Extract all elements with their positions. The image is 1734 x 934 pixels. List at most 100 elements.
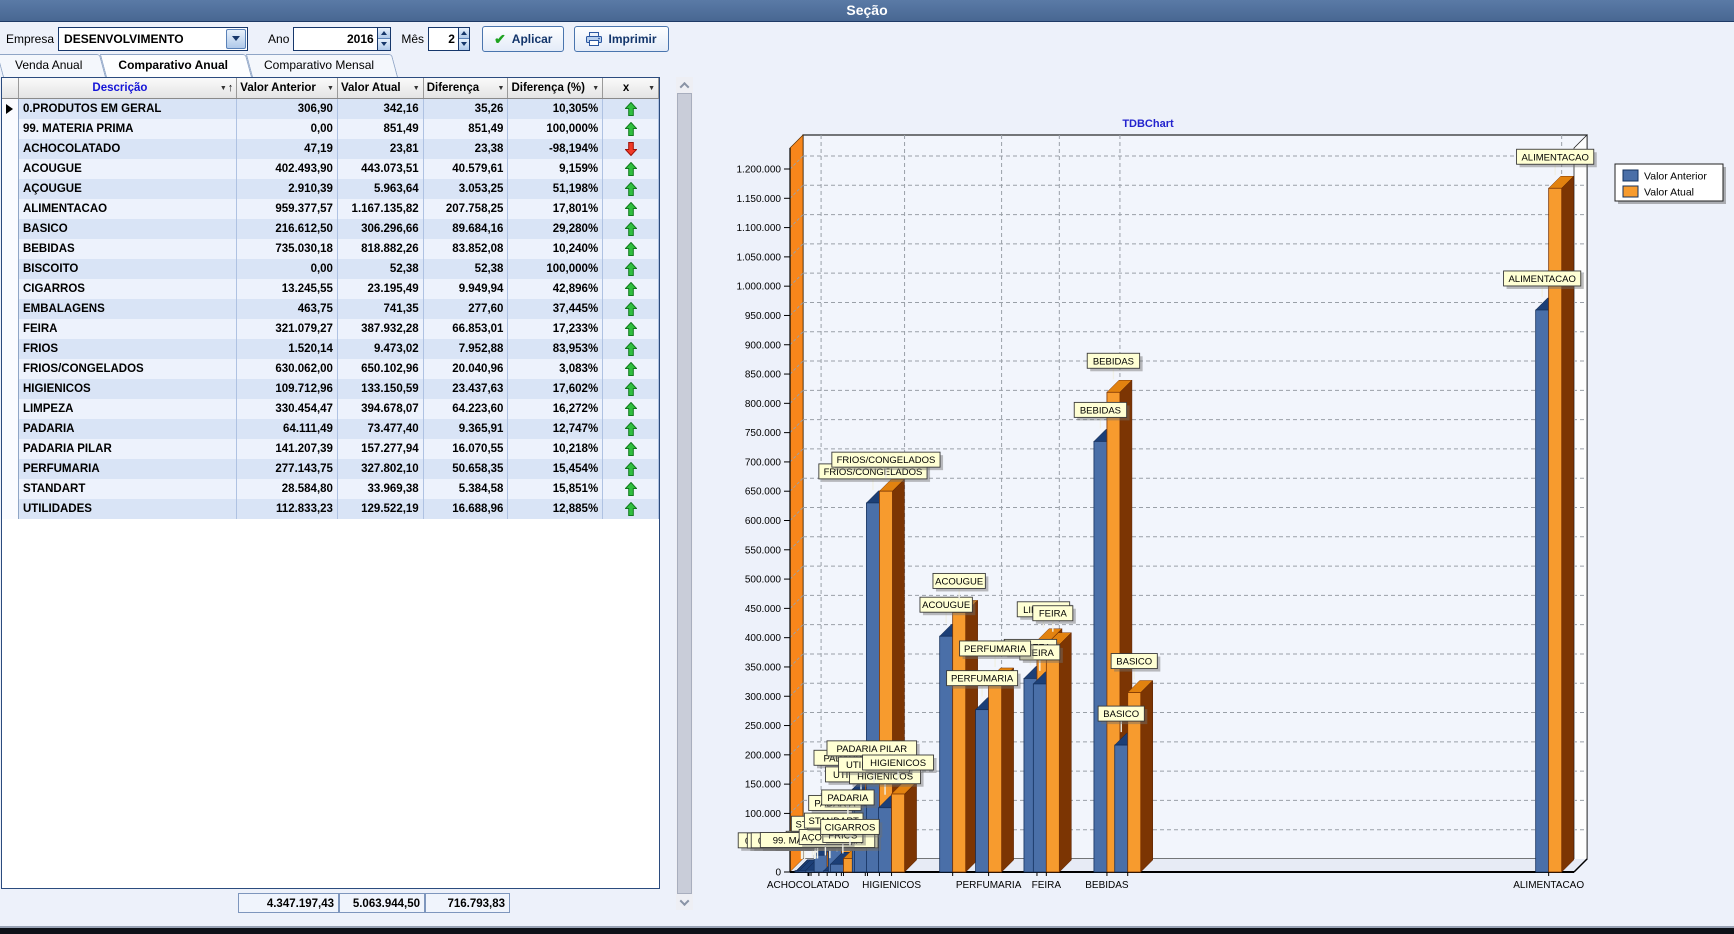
row-indicator-cell[interactable]: [2, 259, 19, 279]
cell-6[interactable]: [603, 239, 660, 259]
cell-2[interactable]: 64.111,49: [237, 419, 338, 439]
row-indicator-cell[interactable]: [2, 199, 19, 219]
cell-4[interactable]: 7.952,88: [424, 339, 509, 359]
cell-6[interactable]: [603, 419, 660, 439]
row-indicator-cell[interactable]: [2, 459, 19, 479]
table-row[interactable]: PERFUMARIA 277.143,75 327.802,10 50.658,35 1…: [2, 459, 660, 479]
cell-6[interactable]: [603, 459, 660, 479]
cell-2[interactable]: 1.520,14: [237, 339, 338, 359]
column-header-Diferença (%)[interactable]: Diferença (%) ▼: [508, 78, 604, 98]
cell-6[interactable]: [603, 379, 660, 399]
empresa-combobox[interactable]: DESENVOLVIMENTO: [58, 26, 249, 51]
tab-comparativo-anual[interactable]: Comparativo Anual: [106, 54, 252, 77]
cell-2[interactable]: 47,19: [237, 139, 338, 159]
table-row[interactable]: 99. MATERIA PRIMA 0,00 851,49 851,49 100,000…: [2, 119, 660, 139]
cell-6[interactable]: [603, 139, 660, 159]
cell-5[interactable]: 12,885%: [508, 499, 604, 519]
table-row[interactable]: LIMPEZA 330.454,47 394.678,07 64.223,60 16,2…: [2, 399, 660, 419]
cell-2[interactable]: 0,00: [237, 119, 338, 139]
cell-6[interactable]: [603, 199, 660, 219]
cell-1[interactable]: HIGIENICOS: [19, 379, 238, 399]
cell-3[interactable]: 157.277,94: [338, 439, 424, 459]
row-indicator-cell[interactable]: [2, 219, 19, 239]
cell-1[interactable]: ACHOCOLATADO: [19, 139, 238, 159]
mes-input[interactable]: [429, 27, 458, 50]
cell-3[interactable]: 133.150,59: [338, 379, 424, 399]
cell-1[interactable]: PADARIA: [19, 419, 238, 439]
cell-4[interactable]: 66.853,01: [424, 319, 509, 339]
column-header-Valor Anterior[interactable]: Valor Anterior ▼: [237, 78, 338, 98]
cell-1[interactable]: STANDART: [19, 479, 238, 499]
cell-1[interactable]: 0.PRODUTOS EM GERAL: [19, 99, 238, 119]
cell-2[interactable]: 277.143,75: [237, 459, 338, 479]
cell-4[interactable]: 16.688,96: [424, 499, 509, 519]
table-row[interactable]: HIGIENICOS 109.712,96 133.150,59 23.437,63 1…: [2, 379, 660, 399]
cell-5[interactable]: -98,194%: [508, 139, 604, 159]
cell-5[interactable]: 42,896%: [508, 279, 604, 299]
row-indicator-cell[interactable]: [2, 419, 19, 439]
table-row[interactable]: 0.PRODUTOS EM GERAL 306,90 342,16 35,26 10,3…: [2, 99, 660, 119]
cell-2[interactable]: 959.377,57: [237, 199, 338, 219]
table-row[interactable]: BISCOITO 0,00 52,38 52,38 100,000%: [2, 259, 660, 279]
cell-1[interactable]: BISCOITO: [19, 259, 238, 279]
cell-2[interactable]: 735.030,18: [237, 239, 338, 259]
cell-5[interactable]: 15,454%: [508, 459, 604, 479]
cell-3[interactable]: 23.195,49: [338, 279, 424, 299]
cell-3[interactable]: 741,35: [338, 299, 424, 319]
table-row[interactable]: ACHOCOLATADO 47,19 23,81 23,38 -98,194%: [2, 139, 660, 159]
cell-6[interactable]: [603, 279, 660, 299]
cell-4[interactable]: 20.040,96: [424, 359, 509, 379]
scroll-down-button[interactable]: [676, 894, 693, 910]
tab-comparativo-mensal[interactable]: Comparativo Mensal: [252, 54, 398, 77]
cell-4[interactable]: 5.384,58: [424, 479, 509, 499]
cell-3[interactable]: 9.473,02: [338, 339, 424, 359]
cell-1[interactable]: LIMPEZA: [19, 399, 238, 419]
cell-5[interactable]: 10,218%: [508, 439, 604, 459]
cell-3[interactable]: 387.932,28: [338, 319, 424, 339]
cell-6[interactable]: [603, 359, 660, 379]
row-indicator-cell[interactable]: [2, 479, 19, 499]
cell-3[interactable]: 443.073,51: [338, 159, 424, 179]
cell-6[interactable]: [603, 159, 660, 179]
cell-6[interactable]: [603, 499, 660, 519]
cell-1[interactable]: FRIOS: [19, 339, 238, 359]
cell-1[interactable]: EMBALAGENS: [19, 299, 238, 319]
cell-1[interactable]: PERFUMARIA: [19, 459, 238, 479]
cell-6[interactable]: [603, 259, 660, 279]
ano-spin-up-button[interactable]: [377, 27, 391, 39]
cell-6[interactable]: [603, 339, 660, 359]
cell-4[interactable]: 23,38: [424, 139, 509, 159]
cell-4[interactable]: 851,49: [424, 119, 509, 139]
row-indicator-cell[interactable]: [2, 379, 19, 399]
table-row[interactable]: PADARIA 64.111,49 73.477,40 9.365,91 12,747%: [2, 419, 660, 439]
row-indicator-cell[interactable]: [2, 159, 19, 179]
cell-3[interactable]: 52,38: [338, 259, 424, 279]
cell-3[interactable]: 306.296,66: [338, 219, 424, 239]
cell-4[interactable]: 207.758,25: [424, 199, 509, 219]
tab-venda-anual[interactable]: Venda Anual: [3, 54, 106, 77]
table-row[interactable]: BASICO 216.612,50 306.296,66 89.684,16 29,28…: [2, 219, 660, 239]
cell-6[interactable]: [603, 99, 660, 119]
cell-1[interactable]: ALIMENTACAO: [19, 199, 238, 219]
cell-3[interactable]: 342,16: [338, 99, 424, 119]
scroll-up-button[interactable]: [676, 77, 693, 93]
cell-3[interactable]: 818.882,26: [338, 239, 424, 259]
cell-5[interactable]: 17,602%: [508, 379, 604, 399]
row-indicator-cell[interactable]: [2, 139, 19, 159]
cell-3[interactable]: 650.102,96: [338, 359, 424, 379]
cell-4[interactable]: 9.365,91: [424, 419, 509, 439]
cell-5[interactable]: 100,000%: [508, 119, 604, 139]
table-row[interactable]: FRIOS 1.520,14 9.473,02 7.952,88 83,953%: [2, 339, 660, 359]
table-row[interactable]: PADARIA PILAR 141.207,39 157.277,94 16.070,…: [2, 439, 660, 459]
cell-5[interactable]: 10,240%: [508, 239, 604, 259]
table-row[interactable]: EMBALAGENS 463,75 741,35 277,60 37,445%: [2, 299, 660, 319]
cell-4[interactable]: 40.579,61: [424, 159, 509, 179]
row-indicator-cell[interactable]: [2, 439, 19, 459]
mes-spin-up-button[interactable]: [458, 27, 470, 39]
cell-3[interactable]: 851,49: [338, 119, 424, 139]
cell-2[interactable]: 141.207,39: [237, 439, 338, 459]
row-indicator-cell[interactable]: [2, 299, 19, 319]
cell-4[interactable]: 83.852,08: [424, 239, 509, 259]
cell-2[interactable]: 2.910,39: [237, 179, 338, 199]
cell-5[interactable]: 37,445%: [508, 299, 604, 319]
